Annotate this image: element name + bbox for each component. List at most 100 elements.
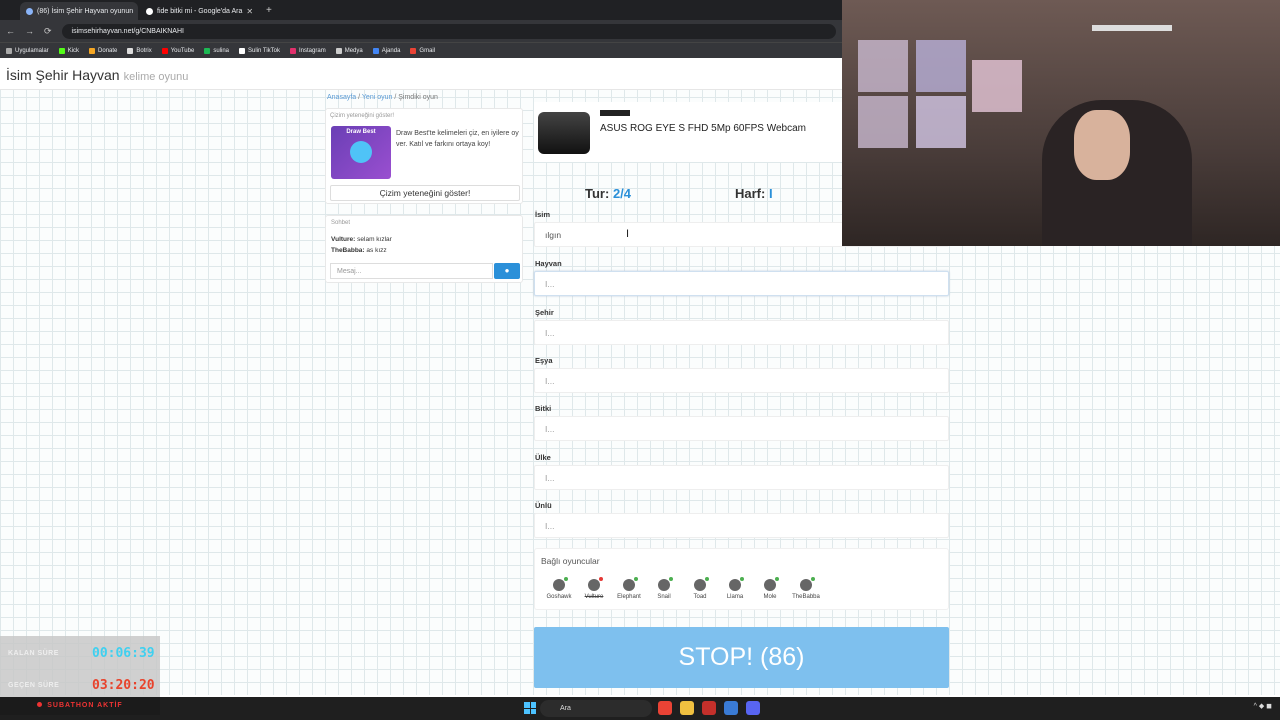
webcam-overlay [842,0,1280,246]
player-item[interactable]: Vulture [576,577,612,600]
streamer-face [1074,110,1130,180]
breadcrumb-new-game[interactable]: Yeni oyun [362,94,393,101]
connected-players-panel: Bağlı oyuncular Goshawk Vulture Elephant… [534,548,949,610]
field-label-esya: Eşya [535,356,553,365]
bookmark-item[interactable]: Botrix [127,47,152,54]
stream-timers: KALAN SÜRE 00:06:39 GEÇEN SÜRE 03:20:20 [0,636,160,698]
player-avatar-icon [553,577,568,591]
file-explorer-icon[interactable] [680,701,694,715]
ulke-input[interactable]: I... [534,465,949,490]
player-item[interactable]: Snail [646,577,682,600]
paint-splash-icon [350,141,372,163]
player-item[interactable]: Goshawk [541,577,577,600]
wall-shelf [1092,25,1172,31]
taskbar-search[interactable]: Ara [540,700,652,717]
app-icon[interactable] [724,701,738,715]
player-avatar-icon [588,577,603,591]
bookmark-item[interactable]: Instagram [290,47,326,54]
remaining-time-value: 00:06:39 [92,646,155,661]
chat-send-button[interactable]: ● [494,263,520,279]
site-title[interactable]: İsim Şehir Hayvan [6,67,120,83]
site-favicon-icon [26,7,33,15]
chat-input[interactable]: Mesaj... [330,263,493,279]
draw-best-image[interactable]: Draw Best [331,126,391,179]
player-avatar-icon [729,577,744,591]
stop-button[interactable]: STOP! (86) [534,627,949,688]
speech-bubble-icon: ● [504,266,510,275]
unlu-input[interactable]: I... [534,513,949,538]
address-bar-row: ← → ⟳ isimsehirhayvan.net/g/CNBAIKNAHI [0,20,842,42]
google-favicon-icon [146,7,153,15]
field-label-unlu: Ünlü [535,501,552,510]
letter-indicator: Harf: I [735,186,773,201]
bookmarks-bar: Uygulamalar Kick Donate Botrix YouTube s… [0,42,842,58]
wall-poster [972,60,1022,112]
app-icon[interactable] [702,701,716,715]
esya-input[interactable]: I... [534,368,949,393]
field-label-isim: İsim [535,210,551,219]
wall-poster [858,96,908,148]
forward-icon[interactable]: → [25,26,34,36]
player-avatar-icon [694,577,709,591]
subathon-banner: SUBATHON AKTİF [0,697,160,715]
field-label-ulke: Ülke [535,453,551,462]
field-label-bitki: Bitki [535,404,552,413]
ad-title: ASUS ROG EYE S FHD 5Mp 60FPS Webcam [600,123,806,134]
browser-tab-active[interactable]: (86) İsim Şehir Hayvan oyunun ✕ [20,2,138,20]
tab-bar: (86) İsim Şehir Hayvan oyunun ✕ fide bit… [0,0,842,20]
back-icon[interactable]: ← [6,26,15,36]
bookmark-item[interactable]: Donate [89,47,117,54]
elapsed-time-label: GEÇEN SÜRE [8,682,60,689]
bitki-input[interactable]: I... [534,416,949,441]
windows-start-icon[interactable] [524,702,536,714]
chat-message: TheBabba: as kızz [331,247,387,254]
ad-banner[interactable]: ASUS ROG EYE S FHD 5Mp 60FPS Webcam [534,102,842,162]
bookmark-item[interactable]: sulina [204,47,229,54]
breadcrumb-current: Şimdiki oyun [398,94,438,101]
player-avatar-icon [800,577,815,591]
site-header: İsim Şehir Hayvan kelime oyunu [0,58,842,90]
draw-best-label: Draw Best [346,129,376,135]
url-field[interactable]: isimsehirhayvan.net/g/CNBAIKNAHI [61,23,836,39]
close-tab-icon[interactable]: ✕ [246,7,253,16]
player-avatar-icon [623,577,638,591]
bookmark-item[interactable]: Ajanda [372,47,400,54]
chat-message: Vulture: selam kızlar [331,236,392,243]
player-item[interactable]: Mole [752,577,788,600]
taskbar: Ara ^ ◆ ◼ [0,697,1280,720]
new-tab-icon[interactable]: + [260,2,278,20]
bookmark-item[interactable]: Gmail [410,47,435,54]
breadcrumb-home[interactable]: Anasayfa [327,94,356,101]
ad-badge [600,110,630,116]
bookmark-item[interactable]: Uygulamalar [6,47,49,54]
sehir-input[interactable]: I... [534,320,949,345]
bookmark-item[interactable]: Kick [58,47,79,54]
player-item[interactable]: Elephant [611,577,647,600]
tab-title: fide bitki mi - Google'da Ara [157,7,243,15]
system-tray[interactable]: ^ ◆ ◼ [1254,702,1272,710]
bookmark-item[interactable]: Medya [335,47,363,54]
player-avatar-icon [658,577,673,591]
draw-promo-text: Draw Best'te kelimeleri çiz, en iyilere … [396,130,519,148]
field-label-sehir: Şehir [535,308,554,317]
field-label-hayvan: Hayvan [535,259,562,268]
text-cursor-icon: I [626,228,630,240]
chat-header: Sohbet [331,220,351,226]
player-item[interactable]: Toad [682,577,718,600]
chrome-icon[interactable] [658,701,672,715]
hayvan-input[interactable]: I... [534,271,949,296]
discord-icon[interactable] [746,701,760,715]
bookmark-item[interactable]: Sulin TikTok [239,47,280,54]
reload-icon[interactable]: ⟳ [44,26,52,37]
wall-poster [916,96,966,148]
live-dot-icon [37,702,43,707]
close-tab-icon[interactable]: ✕ [137,7,138,16]
player-item[interactable]: Llama [717,577,753,600]
browser-tab[interactable]: fide bitki mi - Google'da Ara ✕ [140,2,258,20]
bookmark-item[interactable]: YouTube [161,47,194,54]
draw-promo-button[interactable]: Çizim yeteneğini göster! [330,185,520,201]
webcam-product-image [538,112,590,154]
remaining-time-label: KALAN SÜRE [8,650,59,657]
player-item[interactable]: TheBabba [788,577,824,600]
players-header: Bağlı oyuncular [541,556,600,566]
